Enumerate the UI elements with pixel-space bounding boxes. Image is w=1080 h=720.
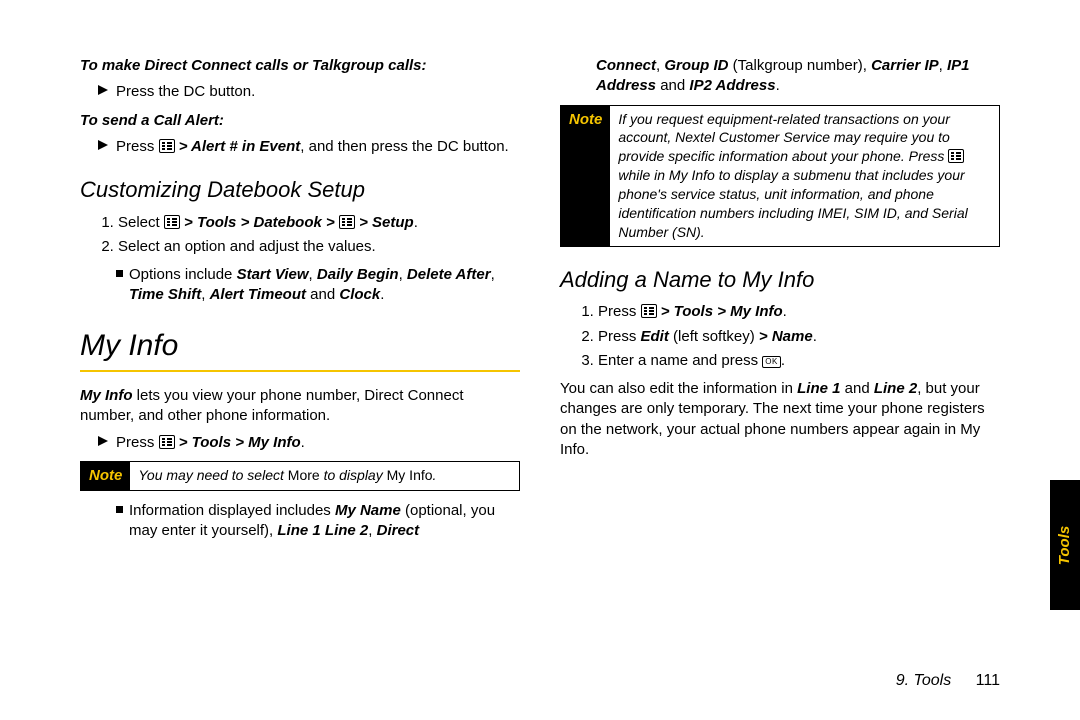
menu-icon: [339, 215, 355, 229]
note-body: If you request equipment-related transac…: [610, 106, 999, 246]
subhead-call-alert: To send a Call Alert:: [80, 111, 520, 131]
section-tab-tools: Tools: [1050, 480, 1080, 610]
line-edit-note: You can also edit the information in Lin…: [560, 379, 1000, 460]
step-2: Press Edit (left softkey) > Name.: [598, 327, 1000, 347]
step-1: Press > Tools > My Info.: [598, 302, 1000, 322]
bullet-alert-text: Press > Alert # in Event, and then press…: [116, 137, 509, 157]
page-footer: 9. Tools 111: [896, 672, 1000, 690]
heading-my-info: My Info: [80, 326, 520, 367]
info-displayed-bullet: Information displayed includes My Name (…: [116, 501, 520, 542]
options-bullet: Options include Start View, Daily Begin,…: [116, 265, 520, 306]
triangle-bullet-icon: [98, 140, 108, 150]
info-displayed-text: Information displayed includes My Name (…: [129, 501, 520, 542]
info-continued: Connect, Group ID (Talkgroup number), Ca…: [596, 56, 1000, 97]
menu-icon: [641, 304, 657, 318]
note-tag: Note: [81, 462, 130, 490]
triangle-bullet-icon: [98, 436, 108, 446]
menu-icon: [159, 435, 175, 449]
menu-icon: [948, 149, 964, 163]
note-box-more: Note You may need to select More to disp…: [80, 461, 520, 491]
menu-icon: [159, 139, 175, 153]
step-2: Select an option and adjust the values.: [118, 237, 520, 257]
square-bullet-icon: [116, 270, 123, 277]
right-column: Connect, Group ID (Talkgroup number), Ca…: [560, 50, 1000, 550]
section-rule: [80, 370, 520, 372]
datebook-steps: Select > Tools > Datebook > > Setup. Sel…: [100, 213, 520, 258]
note-box-equipment: Note If you request equipment-related tr…: [560, 105, 1000, 247]
bullet-myinfo-text: Press > Tools > My Info.: [116, 433, 305, 453]
subhead-dc-calls: To make Direct Connect calls or Talkgrou…: [80, 56, 520, 76]
left-column: To make Direct Connect calls or Talkgrou…: [80, 50, 520, 550]
options-text: Options include Start View, Daily Begin,…: [129, 265, 520, 306]
heading-customizing-datebook: Customizing Datebook Setup: [80, 175, 520, 205]
page-number: 111: [976, 672, 1000, 689]
triangle-bullet-icon: [98, 85, 108, 95]
note-body: You may need to select More to display M…: [130, 462, 444, 490]
bullet-alert: Press > Alert # in Event, and then press…: [98, 137, 520, 157]
bullet-myinfo: Press > Tools > My Info.: [98, 433, 520, 453]
heading-adding-name: Adding a Name to My Info: [560, 265, 1000, 295]
add-name-steps: Press > Tools > My Info. Press Edit (lef…: [580, 302, 1000, 371]
menu-icon: [164, 215, 180, 229]
footer-section: 9. Tools: [896, 672, 951, 689]
my-info-intro: My Info lets you view your phone number,…: [80, 386, 520, 427]
bullet-dc-text: Press the DC button.: [116, 82, 255, 102]
step-3: Enter a name and press OK.: [598, 351, 1000, 371]
square-bullet-icon: [116, 506, 123, 513]
ok-icon: OK: [762, 356, 781, 368]
bullet-dc: Press the DC button.: [98, 82, 520, 102]
note-tag: Note: [561, 106, 610, 246]
step-1: Select > Tools > Datebook > > Setup.: [118, 213, 520, 233]
